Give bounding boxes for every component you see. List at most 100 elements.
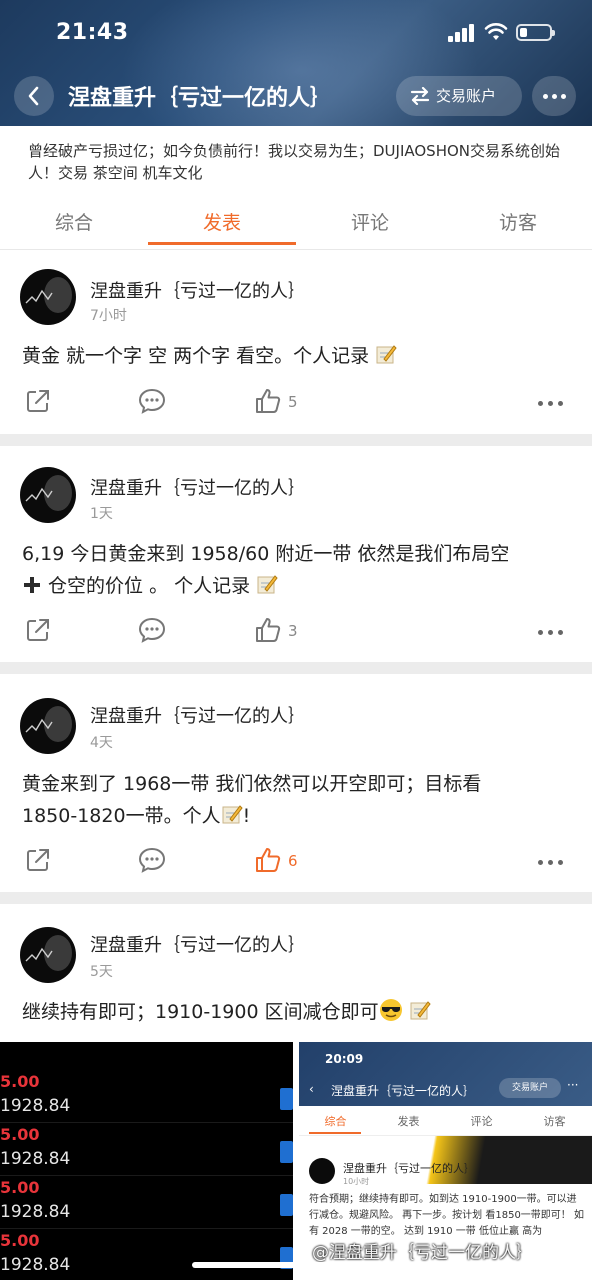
wifi-icon <box>484 23 508 40</box>
home-indicator <box>192 1262 400 1268</box>
like-button[interactable]: 5 <box>254 387 314 421</box>
post-card[interactable]: 涅盘重升｛亏过一亿的人｝ 4天 黄金来到了 1968一带 我们依然可以开空即可；… <box>0 674 592 892</box>
post-time: 7小时 <box>90 308 127 324</box>
post-text-line: 1850-1820一带。个人! <box>22 800 574 832</box>
tab-overview[interactable]: 综合 <box>0 208 148 235</box>
tab-comments[interactable]: 评论 <box>296 208 444 235</box>
like-count: 6 <box>288 852 298 870</box>
cellular-signal-icon <box>448 24 476 42</box>
like-button[interactable]: 6 <box>254 846 314 880</box>
share-button[interactable] <box>24 616 54 650</box>
nested-tabs: 综合 发表 评论 访客 <box>299 1106 592 1136</box>
price-row: 5.00 1928.84 <box>0 1229 293 1280</box>
change-value: 5.00 <box>0 1231 40 1250</box>
price-value: 1928.84 <box>0 1096 71 1116</box>
nested-tab: 综合 <box>324 1115 347 1128</box>
avatar[interactable] <box>20 467 76 523</box>
post-card[interactable]: 涅盘重升｛亏过一亿的人｝ 7小时 黄金 就一个字 空 两个字 看空。个人记录 5 <box>0 251 592 434</box>
divider <box>0 662 592 674</box>
nested-more-icon: ··· <box>567 1078 579 1092</box>
like-count: 5 <box>288 393 298 411</box>
blue-marker <box>280 1088 293 1110</box>
price-value: 1928.84 <box>0 1149 71 1169</box>
share-button[interactable] <box>24 846 54 880</box>
back-button[interactable] <box>14 76 54 116</box>
memo-emoji-icon <box>410 1001 431 1020</box>
post-text: 黄金来到了 1968一带 我们依然可以开空即可；目标看 1850-1820一带。… <box>22 768 574 832</box>
nested-trade-button: 交易账户 <box>499 1078 561 1098</box>
nested-tab: 评论 <box>470 1115 493 1128</box>
share-button[interactable] <box>24 387 54 421</box>
nested-header: 20:09 ‹ 涅盘重升｛亏过一亿的人｝ 交易账户 ··· <box>299 1042 592 1106</box>
status-time: 21:43 <box>56 20 129 45</box>
post-text-content: 继续持有即可；1910-1900 区间减仓即可 <box>22 1001 379 1023</box>
avatar-image-icon <box>25 475 72 511</box>
tab-posts[interactable]: 发表 <box>148 208 296 235</box>
nested-post-text: 符合预期；继续持有即可。如到达 1910-1900一带。可以进行减仓。规避风险。… <box>309 1194 584 1237</box>
post-actions: 6 <box>0 846 592 880</box>
profile-title: 涅盘重升｛亏过一亿的人｝ <box>68 86 333 111</box>
nested-avatar <box>309 1158 335 1184</box>
blue-marker <box>280 1194 293 1216</box>
nested-time: 20:09 <box>325 1052 364 1066</box>
memo-emoji-icon <box>376 345 397 364</box>
post-author[interactable]: 涅盘重升｛亏过一亿的人｝ <box>90 277 306 303</box>
nested-back-icon: ‹ <box>309 1082 314 1096</box>
comment-button[interactable] <box>138 616 168 650</box>
divider <box>0 434 592 446</box>
sunglasses-emoji-icon <box>379 999 402 1021</box>
thumbs-up-icon <box>256 618 281 642</box>
top-nav: 涅盘重升｛亏过一亿的人｝ 交易账户 <box>0 70 592 120</box>
more-button[interactable] <box>532 76 576 116</box>
swap-icon <box>410 87 430 105</box>
divider <box>0 892 592 904</box>
post-text: 6,19 今日黄金来到 1958/60 附近一带 依然是我们布局空 仓空的价位 … <box>22 538 574 602</box>
battery-icon <box>516 24 555 41</box>
comment-button[interactable] <box>138 846 168 880</box>
profile-bio: 曾经破产亏损过亿；如今负债前行！我以交易为生；DUJIAOSHON交易系统创始人… <box>28 142 561 182</box>
trade-account-label: 交易账户 <box>436 87 497 105</box>
post-author[interactable]: 涅盘重升｛亏过一亿的人｝ <box>90 702 306 728</box>
comment-icon <box>138 617 166 643</box>
avatar[interactable] <box>20 698 76 754</box>
share-icon <box>27 390 49 412</box>
nested-tab: 访客 <box>543 1115 566 1128</box>
price-row: 5.00 1928.84 <box>0 1176 293 1229</box>
thumbs-up-icon <box>256 848 281 872</box>
watermark: @涅盘重升｛亏过一亿的人｝ <box>312 1243 533 1263</box>
status-bar: 21:43 <box>0 0 592 64</box>
avatar-image-icon <box>25 935 72 971</box>
memo-emoji-icon <box>257 575 278 594</box>
avatar-image-icon <box>25 706 72 742</box>
price-value: 1928.84 <box>0 1255 71 1275</box>
nested-title: 涅盘重升｛亏过一亿的人｝ <box>331 1084 476 1098</box>
post-image-price-list[interactable]: 5.00 1928.84 5.00 1928.84 5.00 1928.84 5… <box>0 1042 293 1280</box>
plus-emoji-icon <box>24 577 40 593</box>
comment-button[interactable] <box>138 387 168 421</box>
nested-post-time: 10小时 <box>343 1177 370 1186</box>
post-time: 4天 <box>90 735 113 751</box>
post-more-button[interactable] <box>538 387 568 421</box>
avatar[interactable] <box>20 269 76 325</box>
change-value: 5.00 <box>0 1125 40 1144</box>
post-text-line: 黄金来到了 1968一带 我们依然可以开空即可；目标看 <box>22 773 482 795</box>
nested-tab-indicator <box>309 1132 361 1134</box>
memo-emoji-icon <box>222 805 243 824</box>
post-author[interactable]: 涅盘重升｛亏过一亿的人｝ <box>90 931 306 957</box>
post-text-content: ! <box>242 805 251 827</box>
post-author[interactable]: 涅盘重升｛亏过一亿的人｝ <box>90 474 306 500</box>
avatar[interactable] <box>20 927 76 983</box>
avatar-image-icon <box>25 277 72 313</box>
change-value: 5.00 <box>0 1178 40 1197</box>
trade-account-button[interactable]: 交易账户 <box>396 76 522 116</box>
post-card[interactable]: 涅盘重升｛亏过一亿的人｝ 1天 6,19 今日黄金来到 1958/60 附近一带… <box>0 446 592 662</box>
nested-author: 涅盘重升｛亏过一亿的人｝ <box>343 1162 475 1175</box>
share-icon <box>27 619 49 641</box>
post-text-content: 1850-1820一带。个人 <box>22 805 221 827</box>
comment-icon <box>138 388 166 414</box>
post-more-button[interactable] <box>538 616 568 650</box>
post-more-button[interactable] <box>538 846 568 880</box>
post-time: 5天 <box>90 964 113 980</box>
tab-visitors[interactable]: 访客 <box>444 208 592 235</box>
like-button[interactable]: 3 <box>254 616 314 650</box>
